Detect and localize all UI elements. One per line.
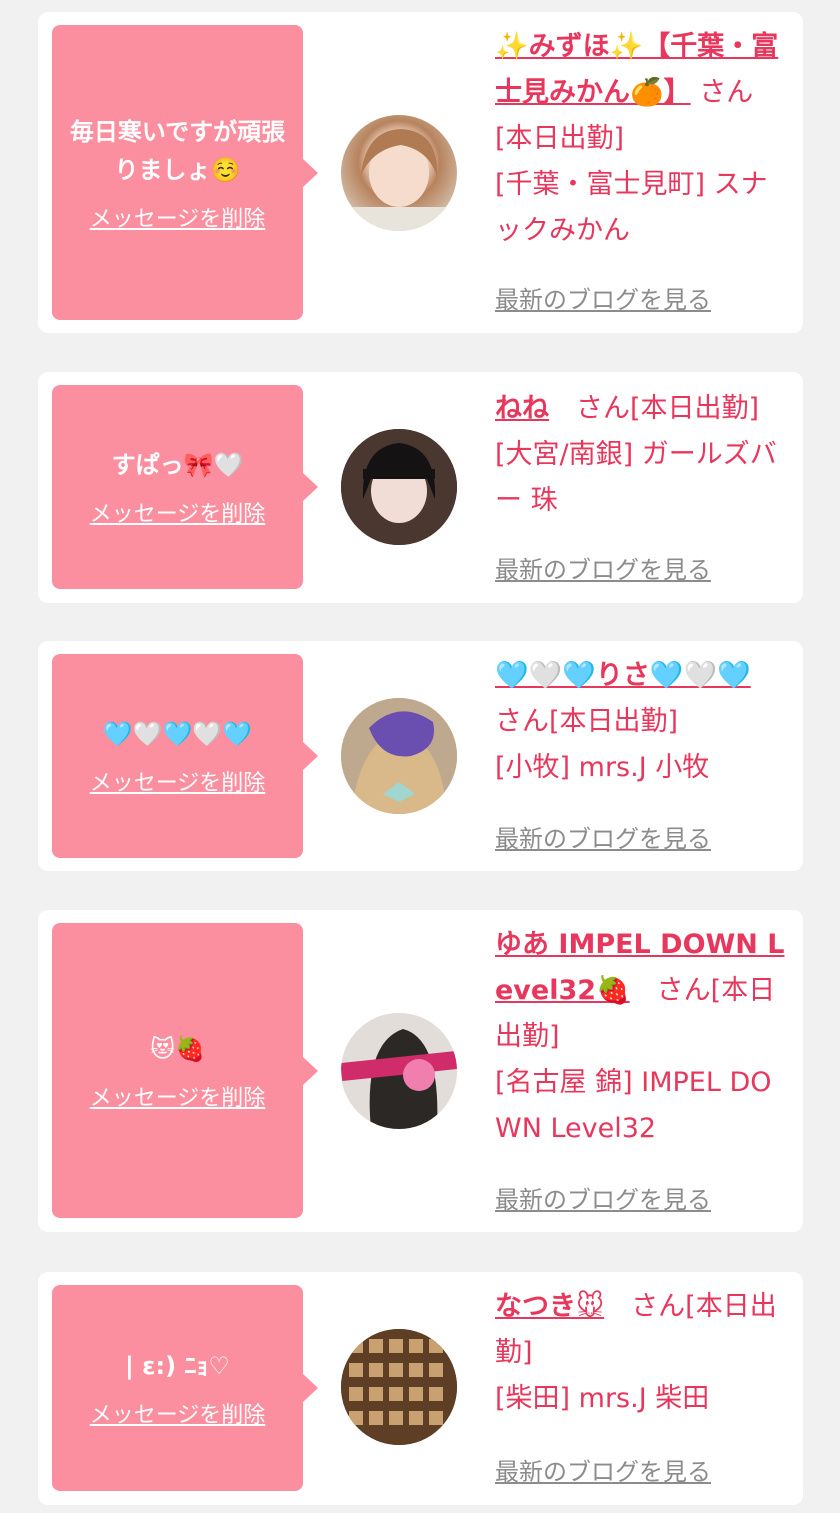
message-bubble: 😻🍓 メッセージを削除	[52, 923, 318, 1218]
message-list: 毎日寒いですが頑張りましょ☺️ メッセージを削除 ✨みずほ✨【千葉・富士見みかん…	[0, 0, 840, 1513]
latest-blog-link[interactable]: 最新のブログを見る	[495, 819, 711, 854]
message-card: すぱっ🎀🤍 メッセージを削除 ねね さん[本日出勤] [大宮/南銀] ガールズバ…	[38, 372, 803, 603]
delete-message-link[interactable]: メッセージを削除	[90, 201, 266, 233]
message-bubble: 🩵🤍🩵🤍🩵 メッセージを削除	[52, 654, 318, 858]
message-text: 😻🍓	[150, 1034, 205, 1063]
delete-message-link[interactable]: メッセージを削除	[90, 1080, 266, 1112]
avatar-photo-icon	[341, 1329, 457, 1445]
shop-name: [小牧] mrs.J 小牧	[495, 752, 710, 783]
message-bubble: すぱっ🎀🤍 メッセージを削除	[52, 385, 318, 589]
avatar-photo-icon	[351, 129, 447, 231]
latest-blog-link[interactable]: 最新のブログを見る	[495, 550, 711, 585]
latest-blog-link[interactable]: 最新のブログを見る	[495, 1180, 711, 1215]
shop-name: [柴田] mrs.J 柴田	[495, 1383, 710, 1414]
latest-blog-link[interactable]: 最新のブログを見る	[495, 1452, 711, 1487]
avatar[interactable]	[341, 115, 457, 231]
delete-message-link[interactable]: メッセージを削除	[90, 765, 266, 797]
message-bubble: 毎日寒いですが頑張りましょ☺️ メッセージを削除	[52, 25, 318, 320]
message-bubble: | ε:) ﾆｮ♡ メッセージを削除	[52, 1285, 318, 1491]
cast-info: ゆあ IMPEL DOWN Level32🍓 さん[本日出勤] [名古屋 錦] …	[495, 922, 785, 1152]
message-text: すぱっ🎀🤍	[111, 451, 244, 479]
avatar[interactable]	[341, 1013, 457, 1129]
message-card: | ε:) ﾆｮ♡ メッセージを削除 なつき🐭 さん[本日出勤] [柴田] mr…	[38, 1272, 803, 1505]
message-text: 🩵🤍🩵🤍🩵	[102, 720, 253, 748]
cast-info: 🩵🤍🩵りさ🩵🤍🩵 さん[本日出勤] [小牧] mrs.J 小牧	[495, 653, 785, 791]
cast-info: ねね さん[本日出勤] [大宮/南銀] ガールズバー 珠	[495, 386, 785, 524]
message-card: 🩵🤍🩵🤍🩵 メッセージを削除 🩵🤍🩵りさ🩵🤍🩵 さん[本日出勤] [小牧] mr…	[38, 641, 803, 871]
message-text: | ε:) ﾆｮ♡	[125, 1352, 230, 1380]
avatar[interactable]	[341, 1329, 457, 1445]
delete-message-link[interactable]: メッセージを削除	[90, 1397, 266, 1429]
cast-info: ✨みずほ✨【千葉・富士見みかん🍊】 さん[本日出勤] [千葉・富士見町] スナッ…	[495, 24, 785, 254]
message-text: 毎日寒いですが頑張りましょ☺️	[69, 117, 286, 184]
shop-name: [大宮/南銀] ガールズバー 珠	[495, 439, 777, 516]
delete-message-link[interactable]: メッセージを削除	[90, 496, 266, 528]
latest-blog-link[interactable]: 最新のブログを見る	[495, 280, 711, 315]
cast-name-link[interactable]: ねね	[495, 393, 549, 424]
cast-status: さん[本日出勤]	[549, 393, 760, 424]
message-card: 😻🍓 メッセージを削除 ゆあ IMPEL DOWN Level32🍓 さん[本日…	[38, 910, 803, 1232]
avatar-photo-icon	[341, 698, 457, 814]
avatar-photo-icon	[341, 429, 457, 545]
cast-info: なつき🐭 さん[本日出勤] [柴田] mrs.J 柴田	[495, 1284, 785, 1422]
cast-name-link[interactable]: 🩵🤍🩵りさ🩵🤍🩵	[495, 660, 751, 691]
avatar[interactable]	[341, 429, 457, 545]
message-card: 毎日寒いですが頑張りましょ☺️ メッセージを削除 ✨みずほ✨【千葉・富士見みかん…	[38, 12, 803, 333]
avatar[interactable]	[341, 698, 457, 814]
shop-name: [名古屋 錦] IMPEL DOWN Level32	[495, 1067, 772, 1144]
avatar-photo-icon	[341, 1013, 457, 1129]
shop-name: [千葉・富士見町] スナックみかん	[495, 169, 768, 246]
cast-name-link[interactable]: なつき🐭	[495, 1291, 604, 1322]
